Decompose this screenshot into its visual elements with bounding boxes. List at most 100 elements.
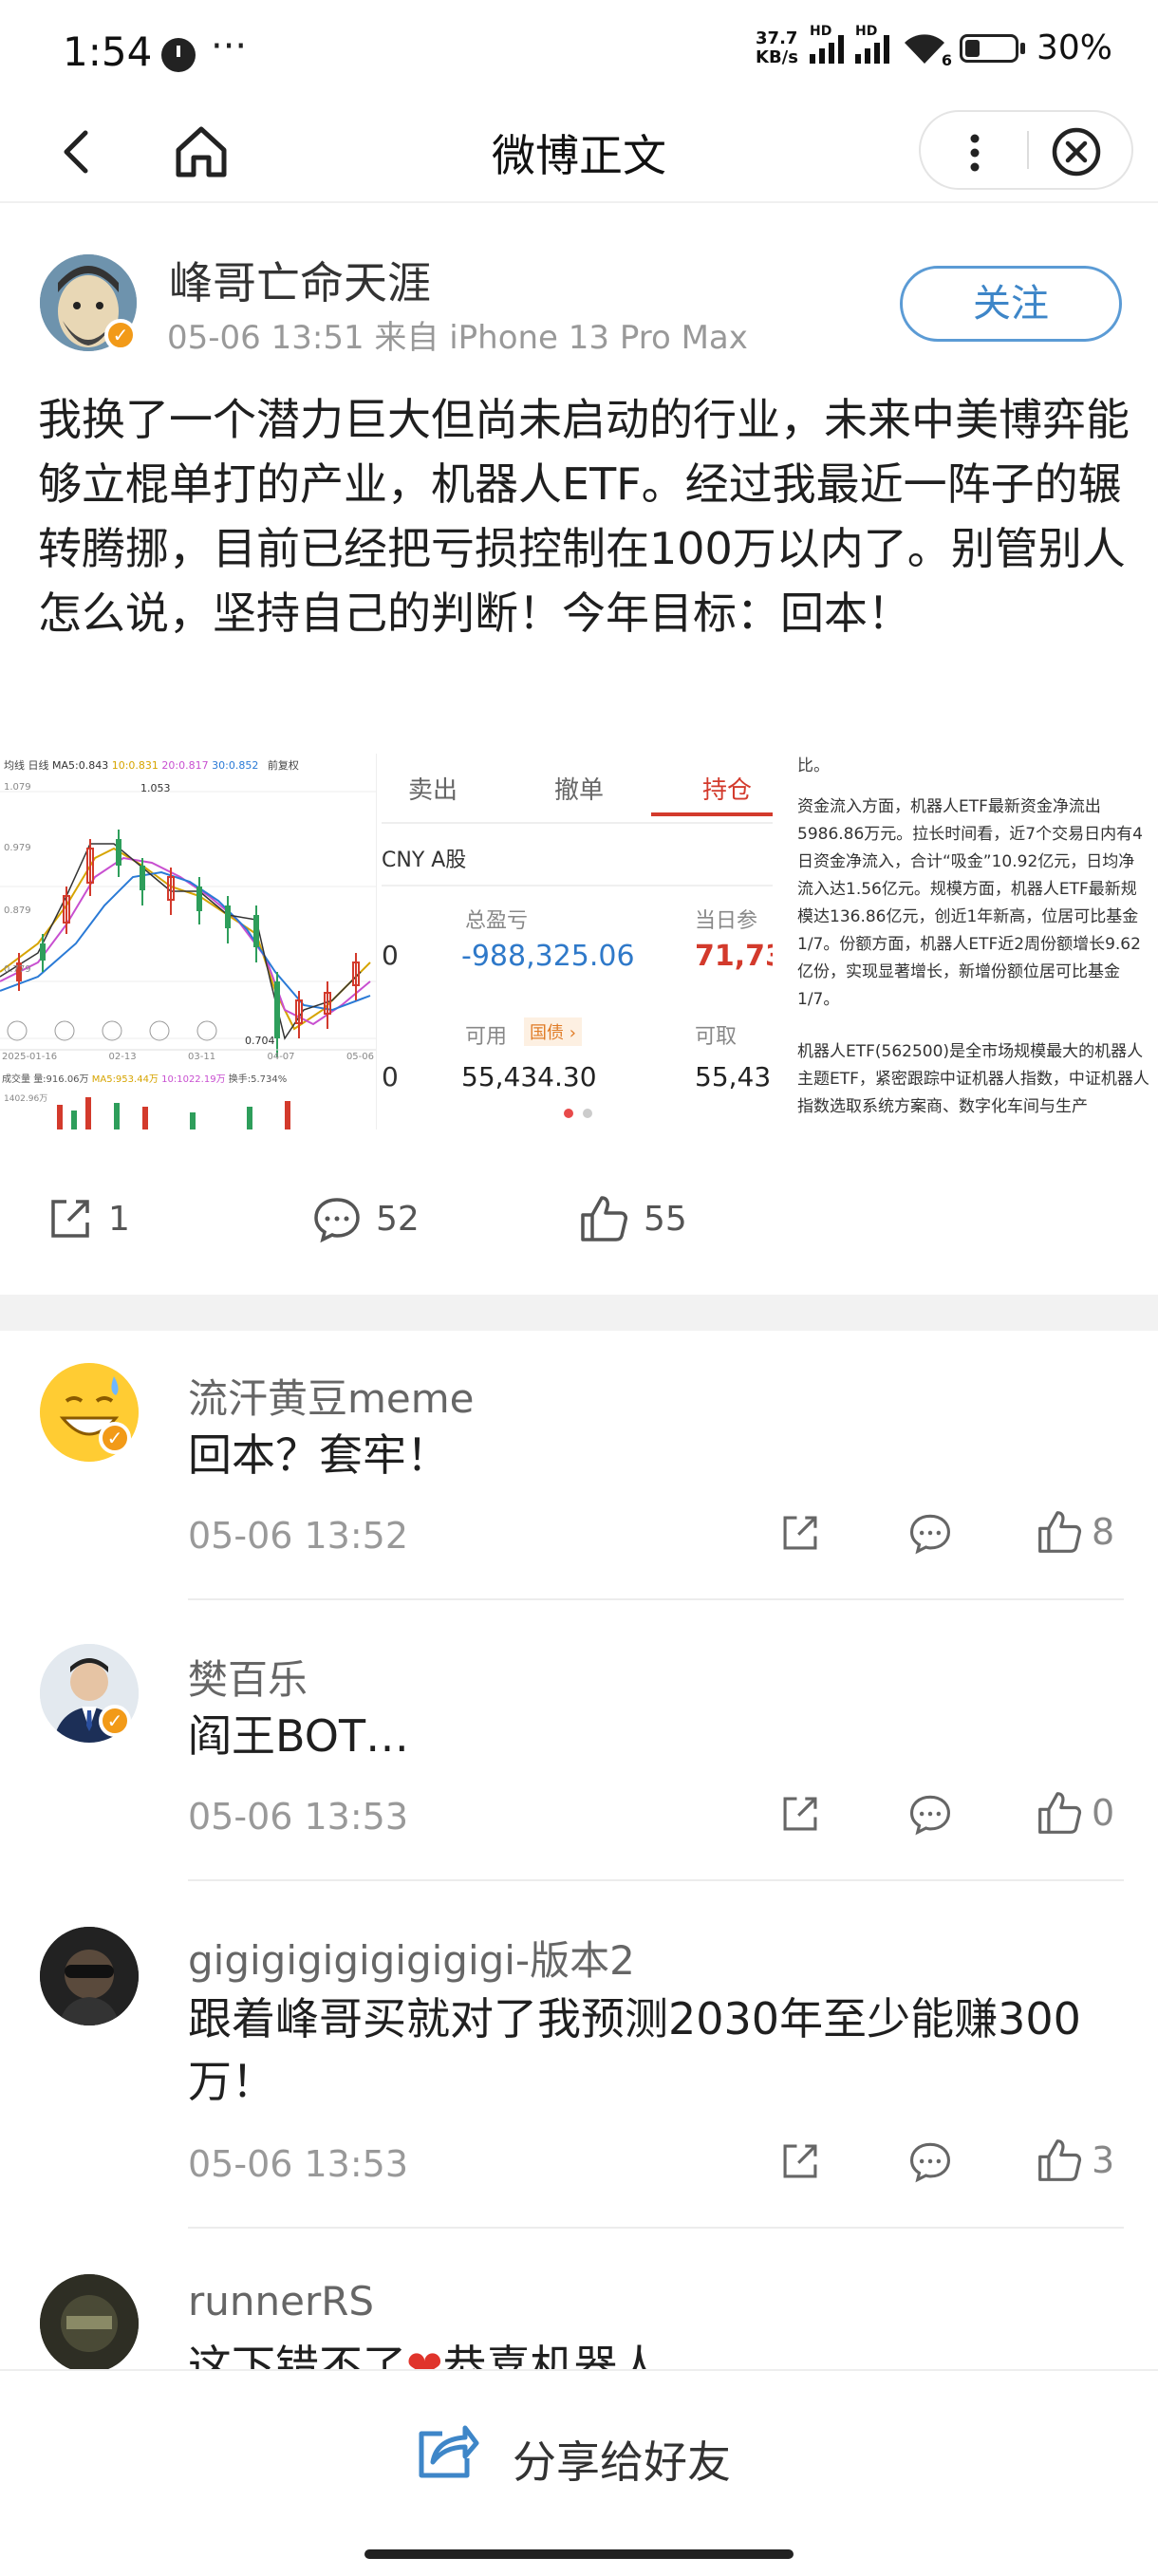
repost-icon — [51, 1200, 89, 1238]
share-to-friends-button[interactable]: 分享给好友 — [513, 2428, 731, 2491]
kline-volume-legend: 成交量 量:916.06万 MA5:953.44万 10:1022.19万 换手… — [2, 1071, 287, 1085]
wifi-icon: 6 — [901, 31, 952, 69]
battery-icon — [959, 33, 1025, 63]
tab-sell: 卖出 — [408, 776, 458, 805]
active-tab-underline — [651, 812, 773, 816]
net-speed-unit: KB/s — [756, 47, 798, 67]
comment-like-count: 8 — [1092, 1511, 1115, 1553]
verified-badge-icon: ✓ — [104, 319, 137, 351]
comment-time: 05-06 13:52 — [188, 1515, 409, 1557]
comment-icon — [314, 1198, 360, 1243]
follow-button[interactable]: 关注 — [900, 266, 1122, 342]
edge-digit: 0 — [382, 940, 399, 971]
net-speed: 37.7 KB/s — [756, 28, 798, 67]
comment-avatar[interactable] — [40, 2274, 139, 2373]
comment-like-button[interactable]: 8 — [1035, 1509, 1114, 1555]
comment-repost-icon[interactable] — [778, 1792, 822, 1839]
holdings-tabs: 卖出 撤单 持仓 — [382, 754, 773, 822]
post-image-article[interactable]: 比。 资金流入方面，机器人ETF最新资金净流出5986.86万元。拉长时间看，近… — [778, 754, 1158, 1129]
like-count: 55 — [644, 1199, 687, 1239]
comment-count: 52 — [376, 1199, 420, 1239]
comment-author[interactable]: 流汗黄豆meme — [188, 1367, 475, 1425]
verified-badge-icon: ✓ — [99, 1705, 131, 1737]
comment-author[interactable]: gigigigigigigigigi-版本2 — [188, 1929, 635, 1987]
tab-cancel: 撤单 — [554, 776, 605, 805]
comment-author[interactable]: runnerRS — [188, 2278, 374, 2324]
like-button[interactable]: 55 — [577, 1194, 687, 1243]
kline-low: 0.704 — [245, 1035, 275, 1047]
article-para-2: 机器人ETF(562500)是全市场规模最大的机器人主题ETF，紧密跟踪中证机器… — [797, 1042, 1149, 1116]
kline-vol-tick: 1402.96万 — [4, 1094, 48, 1104]
comment-reply-icon[interactable] — [907, 1792, 953, 1839]
total-pl-value: -988,325.06 — [461, 940, 635, 973]
kline-xtick: 2025-01-16 — [2, 1052, 58, 1062]
signal-2-icon: HD — [854, 24, 889, 64]
comment-time: 05-06 13:53 — [188, 1796, 409, 1838]
comment-like-count: 0 — [1092, 1792, 1115, 1834]
section-separator — [0, 1295, 1158, 1331]
comment-time: 05-06 13:53 — [188, 2143, 409, 2185]
kline-ytick-1: 1.079 — [4, 782, 31, 793]
comment-divider — [188, 2227, 1124, 2229]
bottom-share-bar: 分享给好友 — [0, 2369, 1158, 2576]
kline-ytick-3: 0.879 — [4, 905, 31, 916]
hd-label-2: HD — [854, 23, 878, 39]
withdraw-label: 可取 — [695, 1025, 738, 1049]
comment-divider — [188, 1598, 1124, 1600]
comment-like-button[interactable]: 3 — [1035, 2137, 1114, 2183]
comment-repost-icon[interactable] — [778, 2139, 822, 2187]
day-pl-label: 当日参 — [695, 909, 758, 933]
currency-label: CNY A股 — [382, 849, 467, 872]
post-action-bar: 1 52 55 — [0, 1173, 1158, 1268]
kline-vol-stat: 10:1022.19万 — [161, 1074, 226, 1085]
available-label: 可用 — [465, 1025, 508, 1049]
total-pl-label: 总盈亏 — [465, 909, 529, 933]
available-value: 55,434.30 — [461, 1061, 597, 1092]
clock-app-icon — [161, 38, 196, 72]
status-bar: 1:54 ··· 37.7 KB/s HD HD 6 30% — [0, 0, 1158, 104]
thumbs-up-icon — [581, 1196, 627, 1241]
comment-button[interactable]: 52 — [311, 1194, 420, 1243]
day-pl-value: 71,73 — [695, 940, 773, 973]
close-icon[interactable] — [1050, 125, 1103, 178]
repost-button[interactable]: 1 — [46, 1194, 130, 1243]
comment-text: 跟着峰哥买就对了我预测2030年至少能赚300万！ — [188, 1993, 1081, 2107]
edge-digit: 0 — [382, 1061, 399, 1092]
status-time: 1:54 — [63, 28, 153, 75]
thumbs-up-icon — [1038, 1792, 1082, 1834]
kline-xticks: 2025-01-16 02-13 03-11 04-07 05-06 — [2, 1052, 374, 1062]
share-icon[interactable] — [414, 2420, 480, 2481]
comment-like-button[interactable]: 0 — [1035, 1790, 1114, 1836]
comment-text: 回本？套牢！ — [188, 1429, 450, 1481]
kline-vol-stat: MA5:953.44万 — [91, 1074, 159, 1085]
nav-bar: 微博正文 — [0, 104, 1158, 199]
kline-high: 1.053 — [140, 782, 171, 794]
more-notifications-icon: ··· — [211, 25, 248, 68]
thumbs-up-icon — [1038, 1511, 1082, 1553]
comment-reply-icon[interactable] — [907, 2139, 953, 2187]
battery-percent: 30% — [1036, 28, 1112, 67]
kline-vol-stat: 换手:5.734% — [228, 1074, 288, 1085]
bond-tag-label: 国债 — [530, 1023, 564, 1043]
kline-xtick: 02-13 — [108, 1052, 137, 1062]
post-image-kline-chart[interactable]: 均线 日线 MA5:0.843 10:0.831 20:0.817 30:0.8… — [0, 754, 377, 1129]
hd-label-1: HD — [809, 23, 832, 39]
kline-xtick: 05-06 — [346, 1052, 374, 1062]
comment-author[interactable]: 樊百乐 — [188, 1648, 308, 1706]
comment-avatar[interactable] — [40, 1927, 139, 2025]
post-text: 我换了一个潜力巨大但尚未启动的行业，未来中美博弈能够立棍单打的产业，机器人ETF… — [38, 394, 1130, 639]
tab-holdings: 持仓 — [702, 776, 753, 805]
author-name[interactable]: 峰哥亡命天涯 — [169, 249, 431, 311]
home-indicator — [364, 2549, 794, 2559]
post-image-holdings[interactable]: 卖出 撤单 持仓 CNY A股 总盈亏 当日参 0 -988,325.06 71… — [382, 754, 773, 1129]
post-meta: 05-06 13:51 来自 iPhone 13 Pro Max — [167, 319, 748, 357]
capsule-divider — [1027, 131, 1029, 169]
comment-reply-icon[interactable] — [907, 1511, 953, 1559]
status-right-group: 37.7 KB/s HD HD 6 30% — [756, 24, 1112, 69]
kline-ytick-2: 0.979 — [4, 843, 31, 853]
withdraw-value: 55,43 — [695, 1061, 772, 1092]
kline-xtick: 04-07 — [267, 1052, 295, 1062]
more-options-icon[interactable] — [961, 131, 989, 175]
comment-repost-icon[interactable] — [778, 1511, 822, 1559]
kline-xtick: 03-11 — [188, 1052, 216, 1062]
